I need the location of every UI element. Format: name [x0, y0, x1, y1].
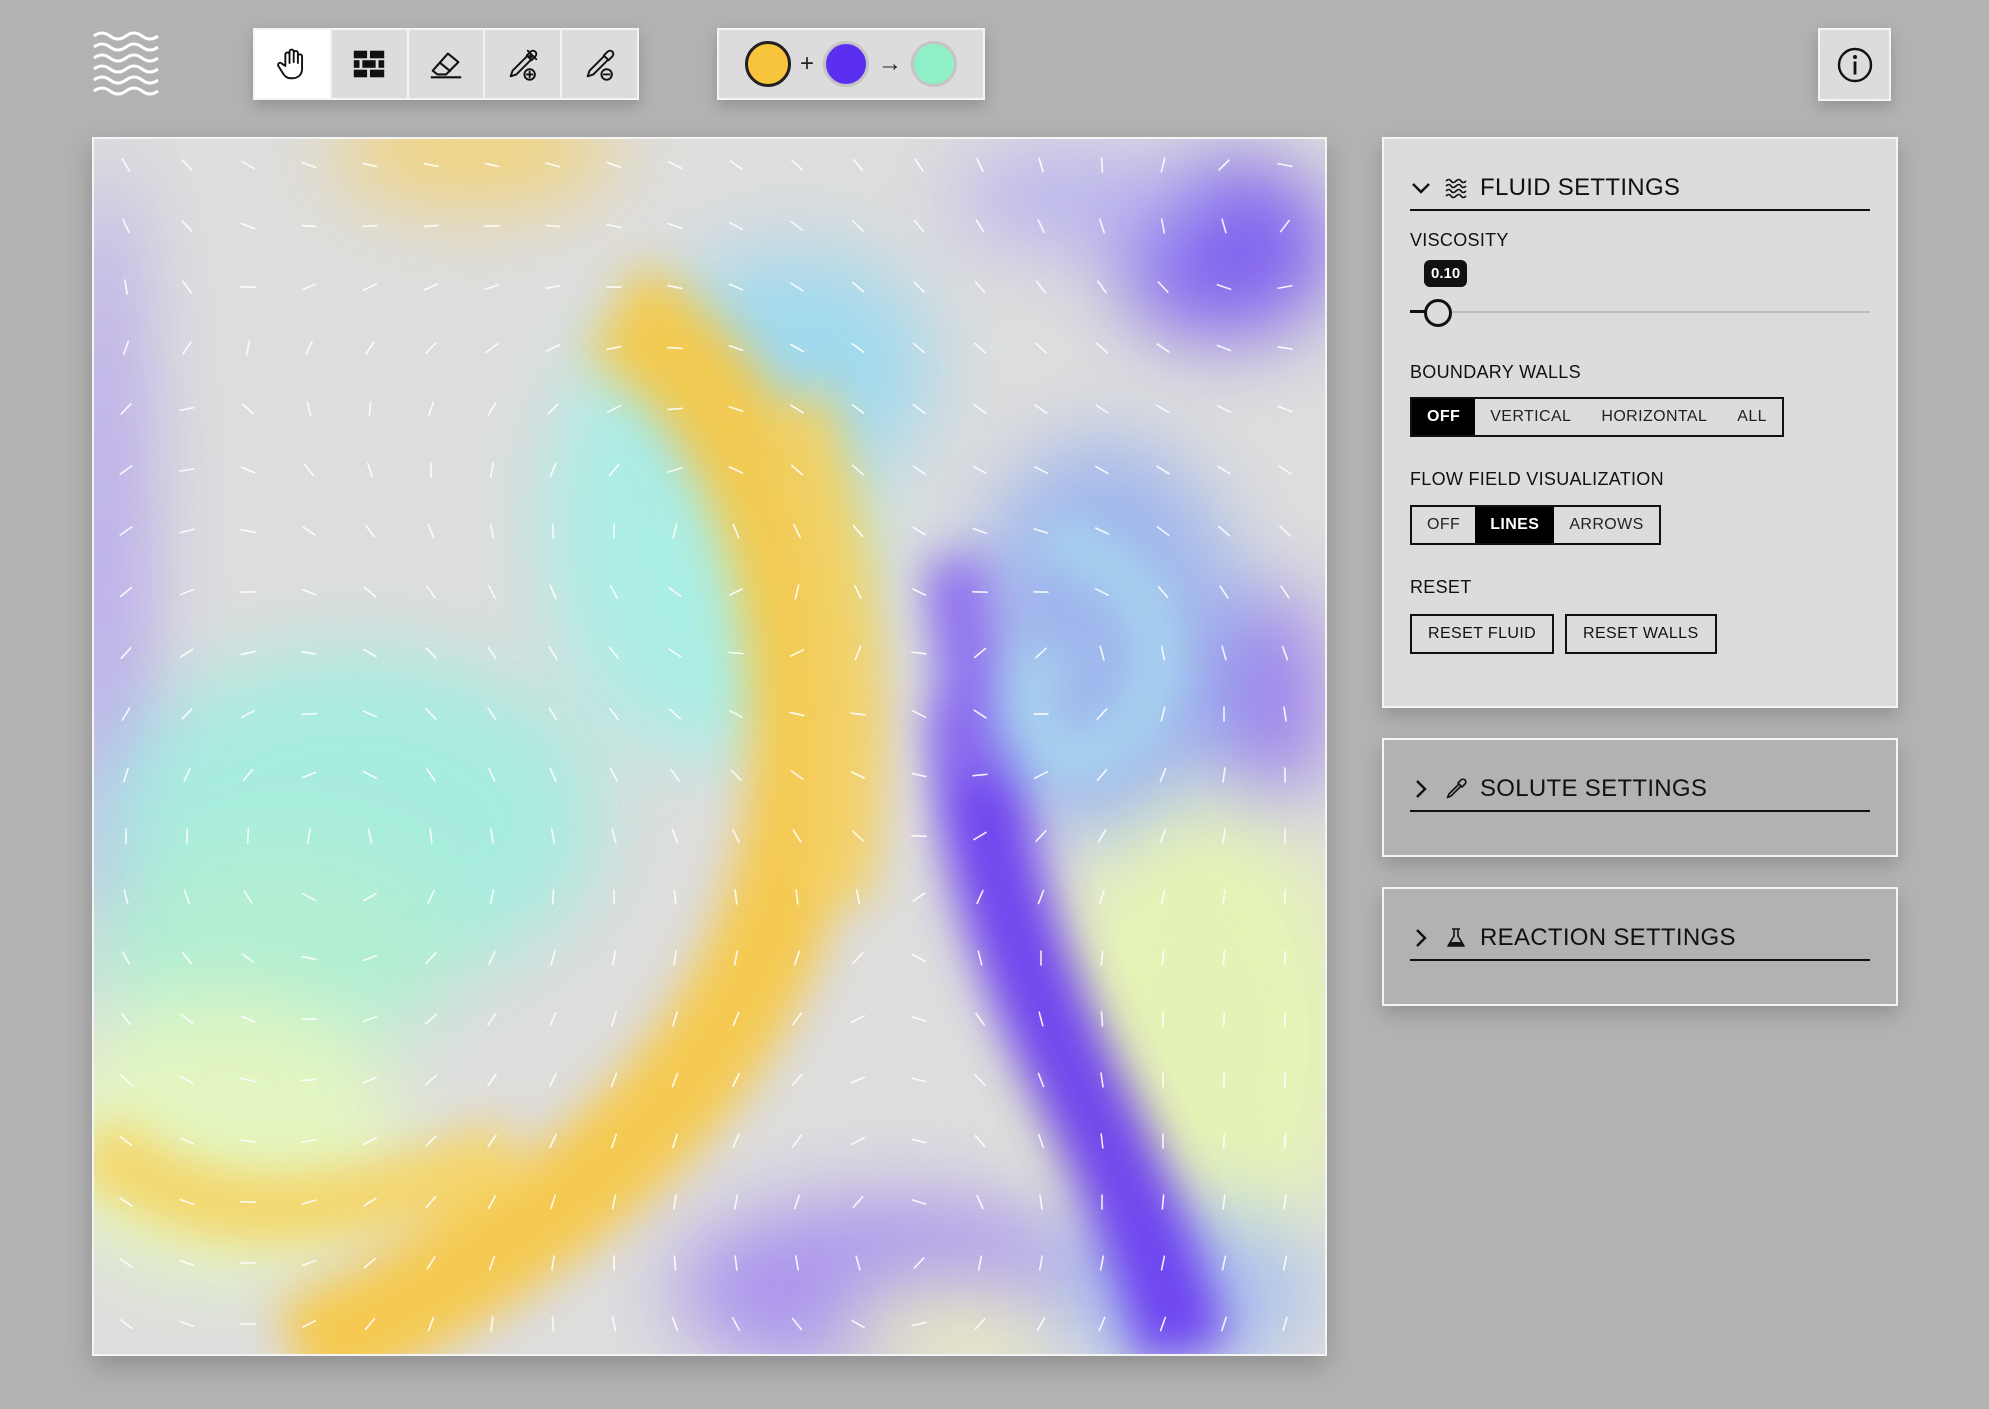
walls-all-button[interactable]: ALL: [1722, 399, 1782, 435]
reactant-a-swatch[interactable]: [744, 41, 791, 87]
chevron-right-icon: [1416, 929, 1427, 947]
tool-bar: [253, 28, 639, 100]
viz-off-button[interactable]: OFF: [1412, 507, 1476, 543]
solute-settings-panel: SOLUTE SETTINGS: [1382, 738, 1898, 857]
hand-icon: [277, 48, 304, 80]
fluid-settings-panel: FLUID SETTINGS VISCOSITY 0.10 BOUNDARY W…: [1382, 137, 1898, 708]
walls-horizontal-button[interactable]: HORIZONTAL: [1586, 399, 1723, 435]
plus-sign: +: [799, 50, 814, 77]
product-swatch[interactable]: [911, 41, 957, 87]
fluid-settings-title: FLUID SETTINGS: [1480, 174, 1681, 201]
reset-label: RESET: [1410, 577, 1472, 597]
hand-tool-button[interactable]: [255, 30, 332, 98]
pipette-plus-icon: [509, 49, 538, 81]
info-icon: [1837, 47, 1872, 82]
boundary-walls-toggle: OFF VERTICAL HORIZONTAL ALL: [1410, 397, 1784, 437]
solute-settings-header[interactable]: SOLUTE SETTINGS: [1410, 768, 1870, 812]
arrow-sign: →: [878, 50, 902, 77]
reactant-b-swatch[interactable]: [823, 41, 869, 87]
brick-wall-icon: [353, 50, 385, 78]
viz-arrows-button[interactable]: ARROWS: [1554, 507, 1659, 543]
waves-icon: [1445, 178, 1467, 199]
fluid-settings-header[interactable]: FLUID SETTINGS: [1410, 167, 1870, 211]
reset-fluid-button[interactable]: RESET FLUID: [1410, 614, 1555, 654]
flow-viz-toggle: OFF LINES ARROWS: [1410, 505, 1661, 545]
viscosity-value: 0.10: [1424, 260, 1468, 287]
reaction-settings-panel: REACTION SETTINGS: [1382, 887, 1898, 1006]
viscosity-slider-thumb[interactable]: [1424, 299, 1452, 327]
walls-off-button[interactable]: OFF: [1412, 399, 1476, 435]
viscosity-label: VISCOSITY: [1410, 230, 1509, 250]
viz-lines-button[interactable]: LINES: [1475, 507, 1555, 543]
chevron-right-icon: [1416, 780, 1427, 798]
solute-settings-title: SOLUTE SETTINGS: [1480, 775, 1708, 802]
reset-walls-button[interactable]: RESET WALLS: [1565, 614, 1717, 654]
pipette-icon: [1446, 778, 1467, 799]
pipette-minus-icon: [586, 49, 614, 81]
add-solute-tool-button[interactable]: [485, 30, 563, 98]
boundary-walls-label: BOUNDARY WALLS: [1410, 362, 1581, 382]
reaction-settings-title: REACTION SETTINGS: [1480, 924, 1736, 951]
reaction-settings-header[interactable]: REACTION SETTINGS: [1410, 917, 1870, 961]
chevron-down-icon: [1412, 183, 1430, 194]
flow-viz-label: FLOW FIELD VISUALIZATION: [1410, 469, 1664, 489]
walls-vertical-button[interactable]: VERTICAL: [1475, 399, 1587, 435]
remove-solute-tool-button[interactable]: [562, 30, 637, 98]
eraser-icon: [430, 52, 462, 79]
reaction-selector: + →: [717, 28, 985, 100]
fluid-simulation-canvas[interactable]: [92, 137, 1327, 1356]
info-button[interactable]: [1818, 28, 1891, 101]
flask-icon: [1447, 928, 1465, 947]
viscosity-slider-track[interactable]: [1410, 311, 1870, 313]
eraser-tool-button[interactable]: [409, 30, 486, 98]
wall-tool-button[interactable]: [332, 30, 409, 98]
waves-logo-icon: [93, 31, 159, 96]
